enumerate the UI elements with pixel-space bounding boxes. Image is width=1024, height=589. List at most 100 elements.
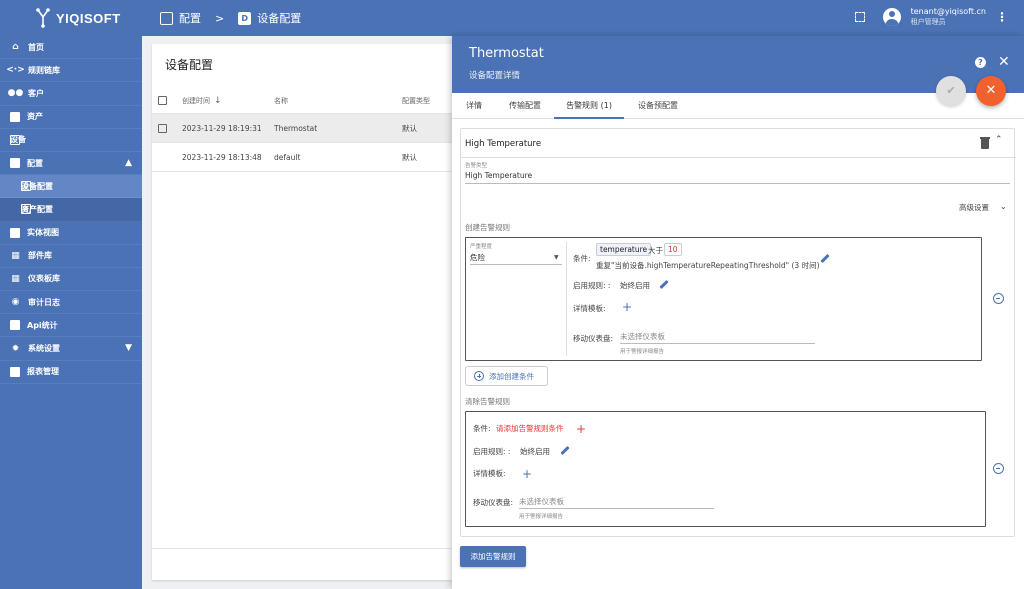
tab-transport[interactable]: 传输配置 (500, 93, 550, 119)
sidebar-item-audit-logs[interactable]: ◉ 审计日志 (0, 291, 142, 315)
sidebar-item-config[interactable]: 配置 ▲ (0, 152, 142, 176)
sidebar-item-reports[interactable]: 报表管理 (0, 361, 142, 384)
condition-operator: 大于 (648, 246, 663, 255)
add-details-icon[interactable]: + (622, 301, 632, 313)
sidebar-item-api-stats[interactable]: Api统计 (0, 314, 142, 338)
add-create-condition-button[interactable]: 添加创建条件 (465, 366, 548, 386)
clear-mobile-dashboard-hint: 用于警报详细报告 (519, 514, 564, 520)
panel-title: Thermostat (469, 46, 544, 61)
remove-create-condition-icon[interactable] (993, 293, 1004, 304)
clear-rules-title: 清除告警规则 (465, 397, 510, 406)
user-role: 租户管理员 (910, 18, 946, 26)
close-icon[interactable]: ✕ (998, 54, 1010, 70)
more-menu-icon[interactable]: ⋮ (996, 10, 1008, 24)
add-alarm-rule-button[interactable]: 添加告警规则 (460, 546, 526, 567)
advanced-settings-toggle[interactable]: 高级设置 (959, 202, 989, 213)
condition-label: 条件: (573, 254, 591, 263)
tab-details[interactable]: 详情 (460, 93, 488, 119)
avatar[interactable] (882, 8, 901, 26)
edit-schedule-icon[interactable] (659, 279, 669, 290)
trash-icon[interactable] (980, 137, 990, 149)
sidebar-item-label: 规则链库 (28, 65, 60, 75)
audit-icon: ◉ (11, 297, 20, 308)
panel-subtitle: 设备配置详情 (469, 71, 521, 81)
schedule-value: 始终启用 (620, 281, 650, 290)
people-icon: ●● (7, 88, 24, 99)
sidebar-item-system-settings[interactable]: ✹ 系统设置 ▼ (0, 337, 142, 361)
add-clear-details-icon[interactable]: + (522, 468, 532, 480)
device-profile-icon: D (21, 181, 31, 192)
sidebar-item-customers[interactable]: ●● 客户 (0, 82, 142, 106)
severity-select[interactable]: 危险 (470, 252, 485, 263)
sidebar-item-dashboards[interactable]: ▦ 仪表板库 (0, 268, 142, 292)
severity-label: 严重程度 (470, 244, 493, 250)
column-header-type[interactable]: 配置类型 (402, 88, 430, 113)
alarm-rule-card: High Temperature ⌃ 告警类型 High Temperature… (460, 128, 1016, 537)
divider (461, 157, 1016, 158)
clear-mobile-dashboard-underline (519, 508, 714, 509)
edit-clear-schedule-icon[interactable] (560, 445, 570, 456)
row-created: 2023-11-29 18:19:31 (182, 123, 262, 133)
clear-mobile-dashboard-input[interactable]: 未选择仪表板 (519, 496, 564, 507)
breadcrumb-current: 设备配置 (257, 12, 302, 25)
alarm-type-input[interactable]: High Temperature (465, 171, 532, 180)
schedule-label: 启用规则: : (573, 281, 611, 290)
logo[interactable]: YIQISOFT (36, 8, 121, 28)
sidebar-item-widgets[interactable]: ▦ 部件库 (0, 245, 142, 268)
table-row[interactable]: 2023-11-29 18:19:31 Thermostat 默认 (152, 114, 452, 143)
create-condition-box: 严重程度 危险 ▼ 条件: temperature 大于 10 重复"当前设备.… (465, 237, 982, 361)
alarm-type-underline (465, 183, 1010, 184)
condition-key-chip: temperature (596, 243, 652, 256)
column-header-name[interactable]: 名称 (274, 88, 288, 113)
select-all-checkbox[interactable] (158, 96, 167, 105)
sidebar-item-home[interactable]: ⌂ 首页 (0, 36, 142, 60)
fullscreen-icon[interactable] (854, 12, 865, 22)
logo-icon (36, 8, 50, 28)
remove-clear-condition-icon[interactable] (993, 463, 1004, 474)
sidebar-item-entity-views[interactable]: 实体视图 (0, 222, 142, 245)
add-clear-condition-icon[interactable]: + (576, 423, 586, 435)
sidebar-item-rule-chains[interactable]: <·> 规则链库 (0, 59, 142, 83)
sidebar-item-devices[interactable]: 设备 (0, 129, 142, 152)
clear-condition-prompt[interactable]: 请添加告警规则条件 (496, 423, 564, 434)
mobile-dashboard-input[interactable]: 未选择仪表板 (620, 331, 665, 342)
clear-mobile-dashboard-label: 移动仪表盘: (473, 498, 514, 507)
sidebar-item-label: 配置 (27, 158, 43, 168)
config-icon (10, 158, 20, 169)
help-icon[interactable]: ? (975, 57, 986, 68)
page-title: 设备配置 (165, 58, 214, 72)
edit-condition-icon[interactable] (820, 253, 830, 264)
sidebar: ⌂ 首页 <·> 规则链库 ●● 客户 资产 设备 配置 ▲ D 设备配置 A … (0, 36, 142, 589)
chevron-up-icon[interactable]: ⌃ (995, 135, 1003, 145)
row-name: default (274, 152, 301, 162)
column-header-created[interactable]: 创建时间 ↓ (182, 88, 222, 113)
row-name: Thermostat (274, 123, 318, 133)
sidebar-item-assets[interactable]: 资产 (0, 106, 142, 129)
top-right-controls: tenant@yiqisoft.cn 租户管理员 ⋮ (854, 6, 1008, 28)
tab-provisioning[interactable]: 设备预配置 (630, 93, 686, 119)
create-rules-title: 创建告警规则 (465, 223, 510, 232)
entity-view-icon (10, 227, 20, 238)
row-checkbox[interactable] (158, 123, 167, 133)
tab-alarm-rules[interactable]: 告警规则 (1) (554, 93, 624, 119)
sidebar-item-label: 实体视图 (27, 228, 59, 238)
table-row[interactable]: 2023-11-29 18:13:48 default 默认 (152, 143, 452, 172)
details-template-label: 详情模板: (573, 304, 606, 313)
clear-details-template-label: 详情模板: (473, 469, 506, 478)
brand-name: YIQISOFT (56, 10, 121, 26)
sidebar-item-asset-profiles[interactable]: A 资产配置 (0, 198, 142, 222)
row-created: 2023-11-29 18:13:48 (182, 152, 262, 162)
mobile-dashboard-underline (620, 343, 815, 344)
api-stats-icon (10, 320, 20, 331)
code-arrows-icon: <·> (6, 65, 25, 76)
sidebar-item-label: 报表管理 (27, 367, 59, 377)
breadcrumb: 配置 > D 设备配置 (160, 10, 301, 26)
sidebar-item-label: 资产 (27, 112, 43, 122)
chevron-down-icon[interactable]: ⌄ (1000, 202, 1007, 211)
user-info[interactable]: tenant@yiqisoft.cn 租户管理员 (911, 6, 986, 28)
sidebar-item-label: 部件库 (28, 251, 52, 261)
sidebar-item-device-profiles[interactable]: D 设备配置 (0, 175, 142, 199)
dropdown-arrow-icon[interactable]: ▼ (554, 254, 559, 261)
sidebar-item-label: 仪表板库 (28, 274, 60, 284)
breadcrumb-parent[interactable]: 配置 (179, 10, 201, 26)
